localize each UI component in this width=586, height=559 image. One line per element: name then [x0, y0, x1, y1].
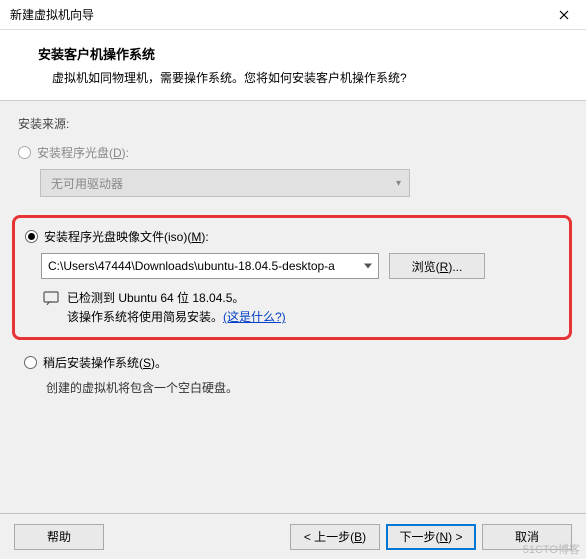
close-button[interactable] [542, 0, 586, 30]
back-button[interactable]: < 上一步(B) [290, 524, 380, 550]
radio-iso-row[interactable]: 安装程序光盘映像文件(iso)(M): [25, 228, 559, 245]
radio-disc-label: 安装程序光盘(D): [37, 144, 129, 161]
iso-highlight-box: 安装程序光盘映像文件(iso)(M): C:\Users\47444\Downl… [12, 215, 572, 340]
radio-iso-label: 安装程序光盘映像文件(iso)(M): [44, 228, 209, 245]
detection-info: 已检测到 Ubuntu 64 位 18.04.5。 该操作系统将使用简易安装。(… [43, 289, 559, 327]
option-disc: 安装程序光盘(D): 无可用驱动器 ▾ [18, 144, 568, 197]
option-later: 稍后安装操作系统(S)。 创建的虚拟机将包含一个空白硬盘。 [24, 354, 568, 396]
detected-easy-install: 该操作系统将使用简易安装。(这是什么?) [67, 308, 286, 327]
radio-later[interactable] [24, 356, 37, 369]
wizard-header: 安装客户机操作系统 虚拟机如同物理机，需要操作系统。您将如何安装客户机操作系统? [0, 30, 586, 101]
disc-drive-combo: 无可用驱动器 ▾ [40, 169, 410, 197]
detection-text: 已检测到 Ubuntu 64 位 18.04.5。 该操作系统将使用简易安装。(… [67, 289, 286, 327]
iso-path-value: C:\Users\47444\Downloads\ubuntu-18.04.5-… [48, 259, 335, 273]
watermark: 51CTO博客 [523, 541, 580, 557]
titlebar: 新建虚拟机向导 [0, 0, 586, 30]
page-title: 安装客户机操作系统 [38, 44, 566, 63]
titlebar-title: 新建虚拟机向导 [10, 6, 94, 23]
iso-path-input[interactable]: C:\Users\47444\Downloads\ubuntu-18.04.5-… [41, 253, 379, 279]
radio-later-row[interactable]: 稍后安装操作系统(S)。 [24, 354, 568, 371]
detected-os: 已检测到 Ubuntu 64 位 18.04.5。 [67, 289, 286, 308]
radio-disc-row[interactable]: 安装程序光盘(D): [18, 144, 568, 161]
radio-later-label: 稍后安装操作系统(S)。 [43, 354, 167, 371]
close-icon [559, 10, 569, 20]
content-area: 安装来源: 安装程序光盘(D): 无可用驱动器 ▾ 安装程序光盘映像文件(iso… [0, 101, 586, 519]
later-description: 创建的虚拟机将包含一个空白硬盘。 [46, 379, 568, 396]
radio-iso[interactable] [25, 230, 38, 243]
footer: 帮助 < 上一步(B) 下一步(N) > 取消 [0, 513, 586, 559]
page-description: 虚拟机如同物理机，需要操作系统。您将如何安装客户机操作系统? [38, 69, 566, 86]
browse-button[interactable]: 浏览(R)... [389, 253, 485, 279]
radio-disc[interactable] [18, 146, 31, 159]
disc-drive-value: 无可用驱动器 [51, 175, 123, 192]
what-is-this-link[interactable]: (这是什么?) [223, 310, 286, 324]
chevron-down-icon: ▾ [396, 178, 401, 189]
browse-label: 浏览(R)... [412, 258, 463, 275]
install-source-label: 安装来源: [18, 115, 568, 132]
iso-path-row: C:\Users\47444\Downloads\ubuntu-18.04.5-… [41, 253, 559, 279]
next-button[interactable]: 下一步(N) > [386, 524, 476, 550]
help-button[interactable]: 帮助 [14, 524, 104, 550]
info-icon [43, 291, 59, 305]
